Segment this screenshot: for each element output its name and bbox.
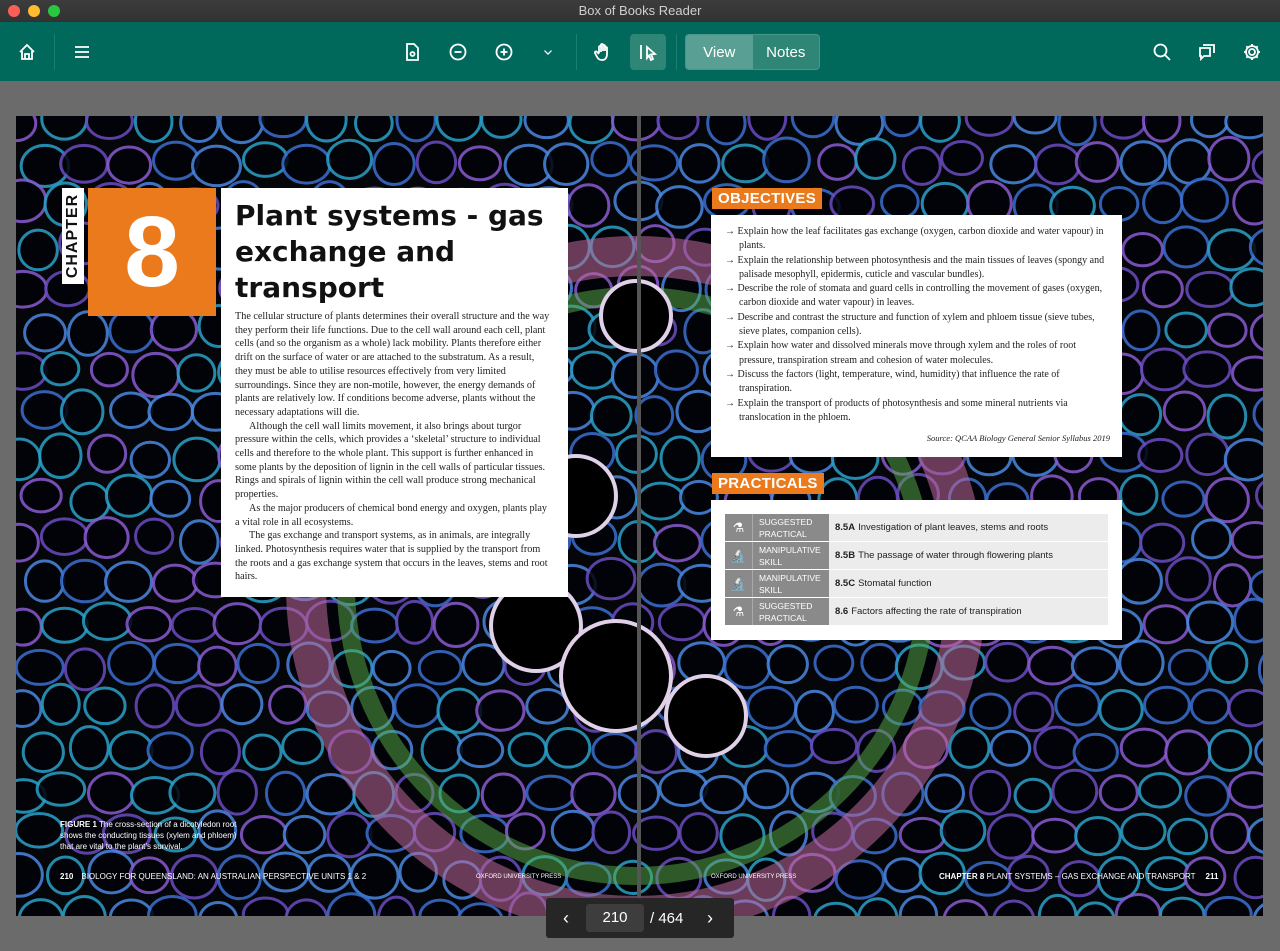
practical-title: The passage of water through flowering p…	[858, 550, 1053, 561]
practical-row: ⚗ SUGGESTED PRACTICAL 8.6 Factors affecting…	[725, 598, 1108, 626]
page-total: / 464	[650, 909, 684, 927]
chapter-number: 8	[88, 188, 216, 316]
page-icon	[406, 43, 419, 61]
objective-item: → Explain the transport of products of p…	[725, 397, 1068, 423]
close-window-button[interactable]	[8, 5, 20, 17]
page-number-input[interactable]: 210	[586, 904, 644, 932]
zoom-in-button[interactable]	[486, 34, 522, 70]
page-button[interactable]	[394, 34, 430, 70]
maximize-window-button[interactable]	[48, 5, 60, 17]
practical-type: MANIPULATIVE SKILL	[753, 570, 829, 597]
objective-item: → Describe the role of stomata and guard…	[725, 283, 1103, 309]
practical-code: 8.6	[835, 606, 849, 617]
objective-item: → Describe and contrast the structure an…	[725, 311, 1095, 338]
objective-item: → Explain how water and dissolved minera…	[725, 340, 1077, 366]
practical-type: MANIPULATIVE SKILL	[753, 542, 829, 569]
zoom-in-icon	[495, 43, 513, 61]
book-spine	[637, 116, 641, 916]
select-icon	[640, 45, 658, 62]
zoom-out-icon	[449, 43, 467, 61]
menu-button[interactable]	[64, 34, 100, 70]
practical-row: ⚗ SUGGESTED PRACTICAL 8.5A Investigation of…	[725, 514, 1108, 542]
practicals-heading: PRACTICALS	[712, 473, 824, 494]
microscope-icon: 🔬	[725, 570, 753, 597]
comments-icon	[1199, 44, 1215, 62]
intro-paragraph: Although the cell wall limits movement, …	[235, 420, 546, 501]
practical-code: 8.5B	[835, 550, 856, 561]
hand-icon	[594, 43, 608, 61]
practical-row: 🔬 MANIPULATIVE SKILL 8.5B The passage of wa…	[725, 542, 1108, 570]
gear-icon	[1244, 44, 1260, 60]
view-tab[interactable]: View	[686, 35, 753, 69]
practical-title: Stomatal function	[858, 578, 932, 589]
next-page-button[interactable]: ›	[690, 908, 730, 929]
figure-caption: FIGURE 1 The cross-section of a dicotyle…	[60, 820, 237, 851]
practical-row: 🔬 MANIPULATIVE SKILL 8.5C Stomatal function	[725, 570, 1108, 598]
objectives-box: → Explain how the leaf facilitates gas e…	[711, 215, 1122, 457]
previous-page-button[interactable]: ‹	[546, 908, 586, 929]
right-footer: CHAPTER 8 PLANT SYSTEMS – GAS EXCHANGE A…	[939, 872, 1219, 881]
practical-code: 8.5A	[835, 522, 856, 533]
intro-paragraph: As the major producers of chemical bond …	[235, 502, 547, 528]
left-footer: 210 BIOLOGY FOR QUEENSLAND: AN AUSTRALIAN…	[60, 872, 367, 881]
practicals-box: ⚗ SUGGESTED PRACTICAL 8.5A Investigation of…	[711, 500, 1122, 640]
book-spread: CHAPTER 8 Plant systems - gas exchange a…	[16, 116, 1263, 916]
practical-title: Factors affecting the rate of transpirat…	[851, 606, 1022, 617]
objectives-heading: OBJECTIVES	[712, 188, 823, 209]
home-button[interactable]	[9, 34, 45, 70]
zoom-dropdown[interactable]	[530, 34, 566, 70]
mode-toggle: View Notes	[685, 34, 820, 70]
menu-icon	[75, 46, 89, 58]
page-navigator: ‹ 210 / 464 ›	[546, 898, 734, 938]
chevron-down-icon	[544, 50, 552, 55]
toolbar: View Notes	[0, 22, 1280, 81]
practical-type: SUGGESTED PRACTICAL	[753, 514, 829, 541]
flask-icon: ⚗	[725, 598, 753, 625]
objective-item: → Discuss the factors (light, temperatur…	[725, 368, 1060, 395]
title-bar: Box of Books Reader	[0, 0, 1280, 22]
select-tool-button[interactable]	[630, 34, 666, 70]
practical-code: 8.5C	[835, 578, 856, 589]
home-icon	[19, 43, 35, 60]
settings-button[interactable]	[1234, 34, 1270, 70]
minimize-window-button[interactable]	[28, 5, 40, 17]
practical-title: Investigation of plant leaves, stems and…	[858, 522, 1049, 533]
intro-paragraph: The cellular structure of plants determi…	[235, 311, 550, 418]
source-note: Source: QCAA Biology General Senior Syll…	[926, 433, 1110, 444]
pan-tool-button[interactable]	[585, 34, 621, 70]
window-title: Box of Books Reader	[578, 3, 702, 18]
zoom-out-button[interactable]	[440, 34, 476, 70]
notes-tab[interactable]: Notes	[753, 35, 820, 69]
chapter-label: CHAPTER	[62, 188, 84, 284]
search-icon	[1153, 43, 1171, 61]
chapter-title: Plant systems - gas exchange and transpo…	[235, 199, 544, 304]
search-button[interactable]	[1144, 34, 1180, 70]
flask-icon: ⚗	[725, 514, 753, 541]
right-publisher: OXFORD UNIVERSITY PRESS	[711, 874, 797, 880]
objective-item: → Explain how the leaf facilitates gas e…	[725, 226, 1104, 252]
practical-type: SUGGESTED PRACTICAL	[753, 598, 829, 625]
intro-box: Plant systems - gas exchange and transpo…	[221, 188, 568, 597]
microscope-icon: 🔬	[725, 542, 753, 569]
comments-button[interactable]	[1189, 34, 1225, 70]
left-publisher: OXFORD UNIVERSITY PRESS	[476, 874, 562, 880]
objective-item: → Explain the relationship between photo…	[725, 254, 1105, 280]
intro-paragraph: The gas exchange and transport systems, …	[235, 530, 548, 583]
